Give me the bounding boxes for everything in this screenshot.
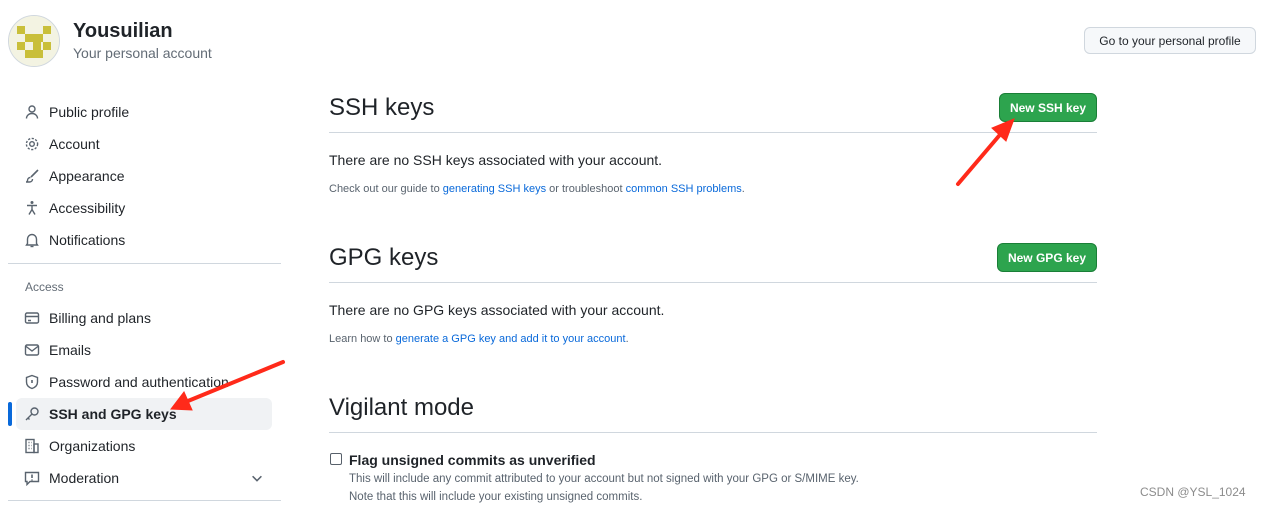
- watermark-text: CSDN @YSL_1024: [1140, 485, 1246, 499]
- arrow-to-new-ssh-key: [956, 118, 1015, 186]
- arrow-to-ssh-gpg-keys: [170, 360, 285, 411]
- annotation-arrows: [170, 118, 1015, 411]
